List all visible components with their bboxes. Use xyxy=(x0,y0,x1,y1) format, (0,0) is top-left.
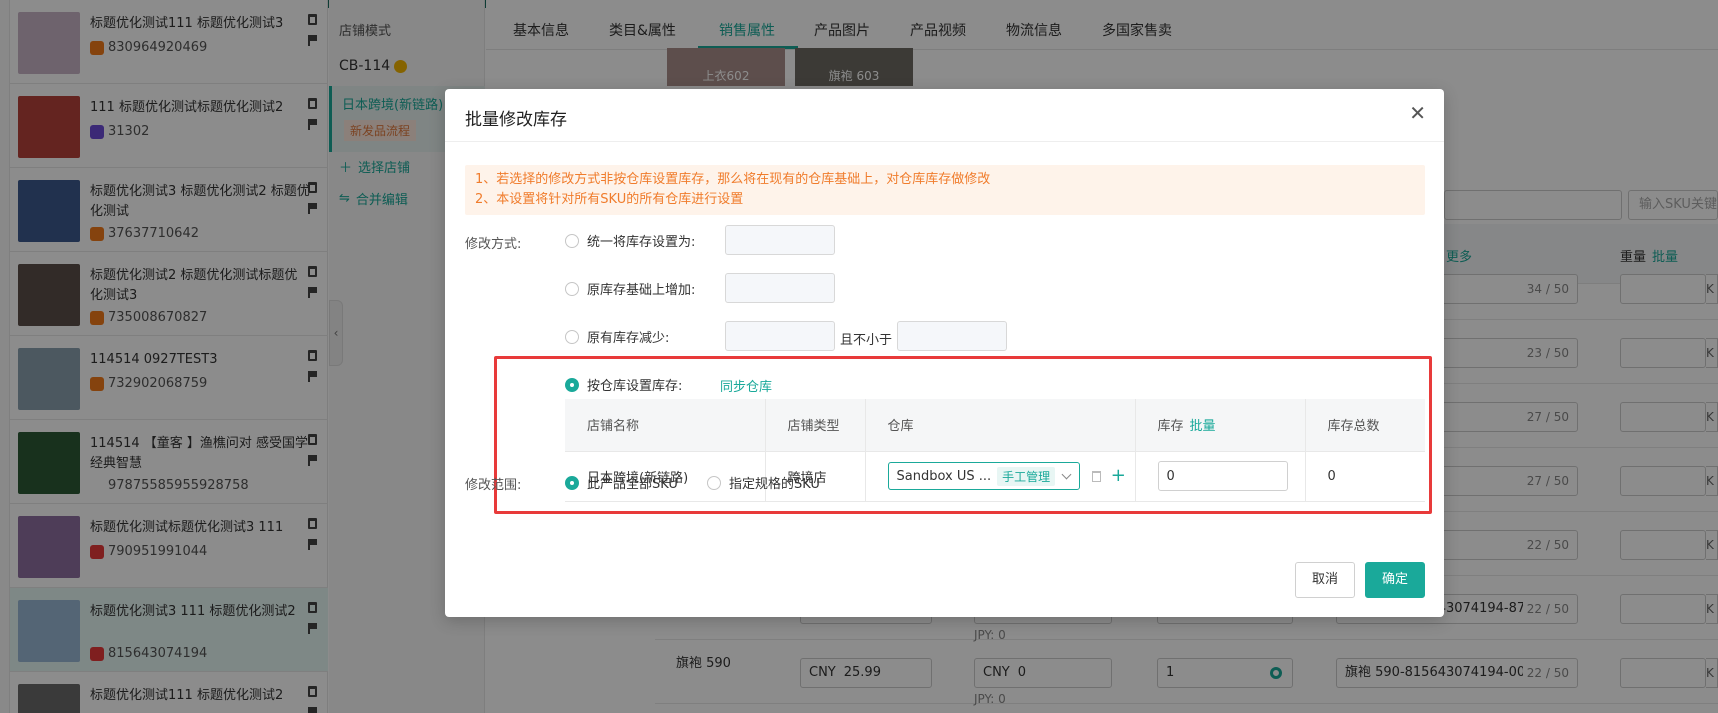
radio-reduce-stock[interactable]: 原有库存减少: xyxy=(565,327,669,346)
sync-warehouse-link[interactable]: 同步仓库 xyxy=(720,376,772,395)
divider xyxy=(445,141,1444,142)
not-less-than-label: 且不小于 xyxy=(840,333,893,348)
radio-label: 指定规格的SKU xyxy=(729,477,820,492)
close-icon[interactable]: ✕ xyxy=(1409,101,1426,125)
manual-tag: 手工管理 xyxy=(997,466,1056,486)
method-label: 修改方式: xyxy=(465,237,522,252)
min-stock-input[interactable] xyxy=(897,321,1007,351)
reduce-stock-input[interactable] xyxy=(725,321,835,351)
cancel-button[interactable]: 取消 xyxy=(1295,562,1355,598)
cell-total: 0 xyxy=(1305,451,1425,502)
radio-label: 此产品全部SKU xyxy=(587,477,678,492)
chevron-down-icon xyxy=(1061,469,1072,479)
radio-dot xyxy=(565,475,579,490)
trash-icon[interactable] xyxy=(1091,470,1101,482)
radio-label: 按仓库设置库存: xyxy=(587,379,683,394)
batch-link[interactable]: 批量 xyxy=(1190,419,1216,434)
col-warehouse: 仓库 xyxy=(865,399,1136,452)
notice-box: 1、若选择的修改方式非按仓库设置库存，那么将在现有的仓库基础上，对仓库库存做修改… xyxy=(465,165,1425,215)
radio-label: 原库存基础上增加: xyxy=(587,283,696,298)
table-row: 日本跨境(新链路) 跨境店 Sandbox US ... 手工管理 + 0 xyxy=(565,451,1425,502)
warehouse-value: Sandbox US ... xyxy=(896,468,992,484)
col-store-name: 店铺名称 xyxy=(565,399,766,452)
confirm-button[interactable]: 确定 xyxy=(1365,562,1425,598)
cell-stock xyxy=(1135,451,1306,502)
radio-scope-all[interactable]: 此产品全部SKU xyxy=(565,473,678,492)
radio-set-stock[interactable]: 统一将库存设置为: xyxy=(565,231,695,250)
warehouse-select[interactable]: Sandbox US ... 手工管理 xyxy=(887,462,1080,490)
radio-dot xyxy=(565,329,579,344)
radio-dot xyxy=(707,475,721,490)
radio-add-stock[interactable]: 原库存基础上增加: xyxy=(565,279,695,298)
batch-stock-modal: 批量修改库存 ✕ 1、若选择的修改方式非按仓库设置库存，那么将在现有的仓库基础上… xyxy=(445,89,1444,617)
notice-line-2: 2、本设置将针对所有SKU的所有仓库进行设置 xyxy=(475,192,744,207)
cell-warehouse: Sandbox US ... 手工管理 + xyxy=(865,451,1136,502)
radio-by-warehouse[interactable]: 按仓库设置库存: xyxy=(565,375,682,394)
col-stock: 库存 批量 xyxy=(1135,399,1306,452)
warehouse-table: 店铺名称 店铺类型 仓库 库存 批量 库存总数 日本跨境(新链路) 跨境店 San… xyxy=(565,399,1425,502)
stock-input[interactable] xyxy=(1157,461,1288,491)
col-total: 库存总数 xyxy=(1305,399,1425,452)
add-stock-input[interactable] xyxy=(725,273,835,303)
set-stock-input[interactable] xyxy=(725,225,835,255)
plus-icon[interactable]: + xyxy=(1111,467,1126,485)
col-store-type: 店铺类型 xyxy=(765,399,866,452)
modal-title: 批量修改库存 xyxy=(465,110,567,130)
radio-dot xyxy=(565,233,579,248)
table-header-row: 店铺名称 店铺类型 仓库 库存 批量 库存总数 xyxy=(565,399,1425,452)
col-stock-label: 库存 xyxy=(1157,419,1184,435)
radio-label: 原有库存减少: xyxy=(587,331,670,346)
radio-label: 统一将库存设置为: xyxy=(587,235,696,250)
notice-line-1: 1、若选择的修改方式非按仓库设置库存，那么将在现有的仓库基础上，对仓库库存做修改 xyxy=(475,172,991,187)
radio-scope-specific[interactable]: 指定规格的SKU xyxy=(707,473,820,492)
radio-dot xyxy=(565,281,579,296)
radio-dot xyxy=(565,377,579,392)
scope-label: 修改范围: xyxy=(465,478,522,493)
